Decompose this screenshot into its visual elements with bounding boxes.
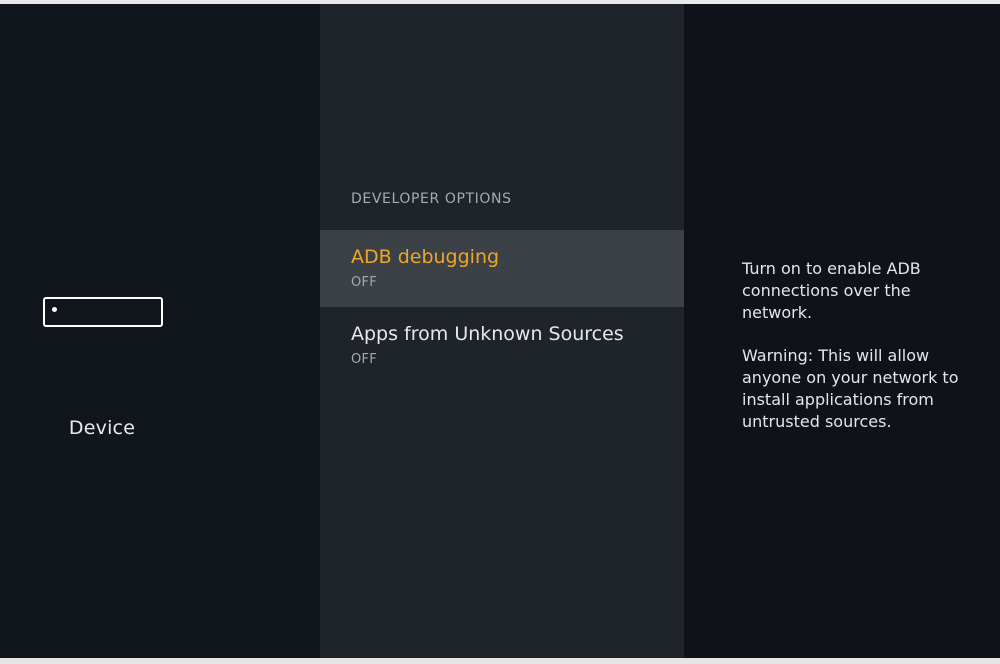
description-text: Turn on to enable ADB connections over t… [742, 259, 921, 322]
section-header: DEVELOPER OPTIONS [351, 191, 512, 207]
menu-item-value: OFF [351, 352, 378, 367]
device-led-dot [52, 307, 57, 312]
menu-item-title: ADB debugging [351, 246, 500, 268]
menu-item-title: Apps from Unknown Sources [351, 323, 624, 345]
category-label-device: Device [68, 417, 136, 439]
fire-tv-device-icon [43, 297, 163, 327]
developer-options-menu: DEVELOPER OPTIONS ADB debugging OFF Apps… [320, 4, 684, 658]
description-pane: Turn on to enable ADB connections over t… [684, 4, 1000, 658]
screen-bottom-edge [0, 658, 1000, 664]
menu-item-unknown-sources[interactable]: Apps from Unknown Sources OFF [320, 307, 684, 384]
settings-screen: Device DEVELOPER OPTIONS ADB debugging O… [0, 4, 1000, 658]
warning-text: Warning: This will allow anyone on your … [742, 346, 959, 431]
category-pane: Device [0, 4, 320, 658]
menu-item-value: OFF [351, 275, 378, 290]
menu-item-adb-debugging[interactable]: ADB debugging OFF [320, 230, 684, 307]
